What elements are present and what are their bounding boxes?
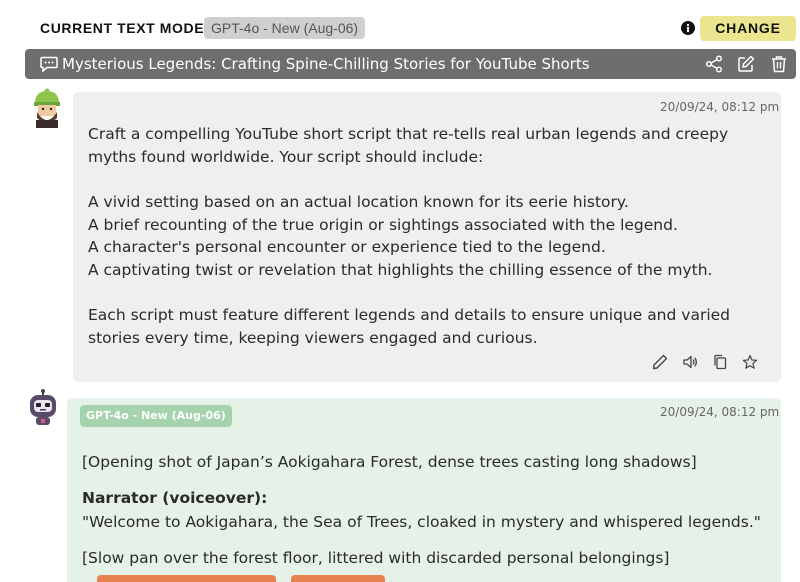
message-timestamp: 20/09/24, 08:12 pm (660, 405, 780, 419)
message-text-line: [Opening shot of Japan’s Aokigahara Fore… (82, 453, 697, 471)
trash-icon[interactable] (770, 55, 788, 73)
share-icon[interactable] (705, 55, 723, 73)
current-model-label: CURRENT TEXT MODEL (40, 20, 214, 36)
top-bar: CURRENT TEXT MODEL GPT-4o - New (Aug-06)… (0, 0, 800, 48)
info-icon[interactable] (681, 21, 695, 35)
message-text-line: Each script must feature different legen… (88, 306, 731, 324)
message-text-line: stories every time, keeping viewers enga… (88, 329, 538, 347)
message-text-line: myths found worldwide. Your script shoul… (88, 148, 484, 166)
assistant-message: GPT-4o - New (Aug-06) 20/09/24, 08:12 pm… (67, 398, 781, 582)
pencil-icon[interactable] (652, 354, 668, 370)
message-timestamp: 20/09/24, 08:12 pm (660, 100, 780, 114)
user-message: 20/09/24, 08:12 pm Craft a compelling Yo… (73, 92, 781, 382)
edit-icon[interactable] (737, 55, 755, 73)
user-avatar (34, 88, 60, 128)
star-icon[interactable] (742, 354, 758, 370)
message-text-line: Craft a compelling YouTube short script … (88, 125, 729, 143)
footer-action-button[interactable] (291, 575, 385, 582)
assistant-avatar (30, 389, 56, 425)
copy-icon[interactable] (712, 354, 728, 370)
conversation-title-bar: Mysterious Legends: Crafting Spine-Chill… (25, 49, 796, 79)
message-text-line: A brief recounting of the true origin or… (88, 216, 678, 234)
message-text-line: A vivid setting based on an actual locat… (88, 193, 629, 211)
message-text-line: "Welcome to Aokigahara, the Sea of Trees… (82, 513, 761, 531)
message-text-line: [Slow pan over the forest floor, littere… (82, 549, 670, 567)
assistant-model-badge: GPT-4o - New (Aug-06) (80, 405, 232, 427)
message-text-line: A character's personal encounter or expe… (88, 238, 606, 256)
message-text-line: A captivating twist or revelation that h… (88, 261, 713, 279)
narrator-label: Narrator (voiceover): (82, 489, 268, 507)
chat-bubble-icon (40, 56, 58, 72)
current-model-badge: GPT-4o - New (Aug-06) (204, 17, 366, 39)
speaker-icon[interactable] (682, 354, 698, 370)
conversation-title: Mysterious Legends: Crafting Spine-Chill… (62, 55, 590, 73)
footer-action-button[interactable] (97, 575, 276, 582)
change-model-button[interactable]: CHANGE (700, 16, 796, 41)
